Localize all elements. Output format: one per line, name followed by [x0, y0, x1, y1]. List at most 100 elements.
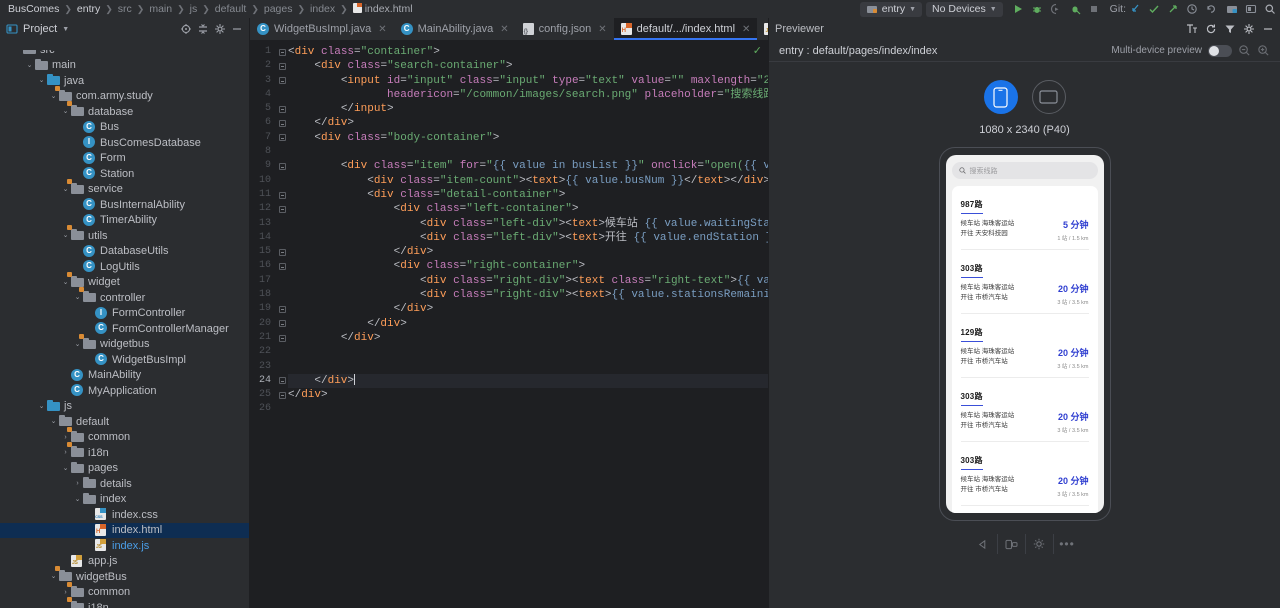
tree-row-service[interactable]: ⌄ service	[0, 178, 249, 198]
breadcrumb-item-index[interactable]: index	[306, 3, 339, 15]
brightness-button[interactable]	[1024, 534, 1053, 554]
hide-panel-icon[interactable]	[1262, 23, 1274, 35]
fold-marker[interactable]	[276, 331, 288, 345]
project-tree[interactable]: src ⌄ main ⌄ java ⌄ com.army.study ⌄ database C Bu…	[0, 40, 249, 608]
fold-marker[interactable]	[276, 74, 288, 88]
fold-button[interactable]	[996, 534, 1025, 554]
tree-row-index-html[interactable]: index.html	[0, 522, 249, 538]
tree-row-main[interactable]: ⌄ main	[0, 58, 249, 74]
tree-row-logutils[interactable]: C LogUtils	[0, 259, 249, 275]
tree-row-src[interactable]: src	[0, 50, 249, 58]
chevron-right-icon[interactable]: ›	[60, 434, 71, 441]
code-line[interactable]	[288, 145, 768, 159]
fold-gutter[interactable]	[276, 40, 288, 608]
code-line[interactable]: </div>	[288, 331, 768, 345]
code-line[interactable]: <div class="left-container">	[288, 202, 768, 216]
bus-list-item[interactable]: 303路 候车站 海珠客运站 开往 市桥汽车站 20 分钟 3 站 / 3.5 km	[960, 442, 1089, 506]
tree-row-widgetbus[interactable]: ⌄ widgetbus	[0, 333, 249, 353]
code-line[interactable]	[288, 360, 768, 374]
code-line[interactable]: <div class="right-div"><text>{{ value.st…	[288, 288, 768, 302]
fold-marker[interactable]	[276, 116, 288, 130]
chevron-down-icon[interactable]: ⌄	[72, 341, 83, 348]
device-tablet-button[interactable]	[1031, 80, 1066, 114]
tree-row-common[interactable]: › common	[0, 426, 249, 446]
app-search-bar[interactable]: 搜索线路	[951, 162, 1098, 179]
fold-marker[interactable]	[276, 88, 288, 102]
code-line[interactable]: <div class="item-count"><text>{{ value.b…	[288, 174, 768, 188]
device-phone-button[interactable]	[983, 80, 1018, 114]
editor-tab-widgetbusimpl-java[interactable]: C WidgetBusImpl.java ✕	[250, 18, 394, 40]
profile-icon[interactable]	[1069, 3, 1081, 15]
fold-marker[interactable]	[276, 145, 288, 159]
chevron-down-icon[interactable]: ⌄	[60, 232, 71, 239]
fold-marker[interactable]	[276, 188, 288, 202]
tree-row-formcontroller[interactable]: I FormController	[0, 306, 249, 322]
tree-row-pages[interactable]: ⌄ pages	[0, 461, 249, 477]
code-line[interactable]: <div class="detail-container">	[288, 188, 768, 202]
editor-tab-config-json[interactable]: config.json ✕	[516, 18, 614, 40]
fold-marker[interactable]	[276, 174, 288, 188]
tree-row-formcontrollermanager[interactable]: C FormControllerManager	[0, 321, 249, 337]
close-icon[interactable]: ✕	[742, 24, 750, 35]
breadcrumb-item-index-html[interactable]: index.html	[349, 3, 417, 15]
tree-row-controller[interactable]: ⌄ controller	[0, 287, 249, 306]
chevron-down-icon[interactable]: ⌄	[60, 186, 71, 193]
tree-row-timerability[interactable]: C TimerAbility	[0, 213, 249, 229]
tree-row-index-js[interactable]: index.js	[0, 538, 249, 554]
tree-row-i18n[interactable]: i18n	[0, 597, 249, 608]
tree-row-buscomesdatabase[interactable]: I BusComesDatabase	[0, 135, 249, 151]
settings-icon[interactable]	[1243, 23, 1255, 35]
code-line[interactable]	[288, 402, 768, 416]
search-everywhere-icon[interactable]	[1264, 3, 1276, 15]
code-line[interactable]: </div>	[288, 388, 768, 402]
chevron-right-icon[interactable]: ›	[60, 449, 71, 456]
tree-row-myapplication[interactable]: C MyApplication	[0, 383, 249, 399]
inspection-ok-icon[interactable]: ✓	[753, 44, 762, 57]
more-options-button[interactable]: •••	[1052, 534, 1081, 554]
fold-marker[interactable]	[276, 217, 288, 231]
breadcrumb-item-pages[interactable]: pages	[260, 3, 297, 15]
close-icon[interactable]: ✕	[378, 24, 386, 35]
chevron-down-icon[interactable]: ⌄	[48, 573, 59, 580]
tree-row-index-css[interactable]: index.css	[0, 507, 249, 523]
code-line[interactable]: <div class="item" for="{{ value in busLi…	[288, 159, 768, 173]
tree-row-form[interactable]: C Form	[0, 151, 249, 167]
code-line[interactable]: </div>	[288, 317, 768, 331]
bus-list-item[interactable]: 303路 候车站 海珠客运站 开往 市桥汽车站 20 分钟 3 站 / 3.5 km	[960, 250, 1089, 314]
chevron-down-icon[interactable]: ⌄	[48, 418, 59, 425]
settings-icon[interactable]	[214, 23, 226, 35]
tree-row-widget[interactable]: ⌄ widget	[0, 271, 249, 291]
code-line[interactable]: <div class="container">	[288, 45, 768, 59]
tree-row-widgetbus[interactable]: ⌄ widgetBus	[0, 566, 249, 585]
fold-marker[interactable]	[276, 245, 288, 259]
filter-icon[interactable]	[1224, 23, 1236, 35]
code-line[interactable]: <div class="body-container">	[288, 131, 768, 145]
tree-row-js[interactable]: ⌄ js	[0, 399, 249, 415]
tree-row-i18n[interactable]: › i18n	[0, 442, 249, 461]
git-history-icon[interactable]	[1186, 3, 1198, 15]
breadcrumb-item-buscomes[interactable]: BusComes	[4, 3, 63, 15]
editor-tab-index-js[interactable]: index.js✕	[757, 18, 768, 40]
code-line[interactable]: <input id="input" class="input" type="te…	[288, 74, 768, 88]
fold-marker[interactable]	[276, 159, 288, 173]
fold-marker[interactable]	[276, 259, 288, 273]
chevron-down-icon[interactable]: ⌄	[36, 403, 47, 410]
previewer-icon[interactable]	[1245, 3, 1257, 15]
fold-marker[interactable]	[276, 402, 288, 416]
chevron-down-icon[interactable]: ⌄	[48, 93, 59, 100]
code-line[interactable]: </div>	[288, 245, 768, 259]
fold-marker[interactable]	[276, 202, 288, 216]
fold-marker[interactable]	[276, 45, 288, 59]
device-manager-icon[interactable]	[1226, 3, 1238, 15]
refresh-icon[interactable]	[1205, 23, 1217, 35]
chevron-down-icon[interactable]: ⌄	[60, 279, 71, 286]
chevron-down-icon[interactable]: ⌄	[24, 62, 35, 69]
fold-marker[interactable]	[276, 59, 288, 73]
fold-marker[interactable]	[276, 317, 288, 331]
code-line[interactable]: </input>	[288, 102, 768, 116]
editor-tab-default-----index-html[interactable]: default/.../index.html ✕	[613, 18, 758, 40]
multi-device-toggle[interactable]	[1208, 44, 1232, 57]
chevron-down-icon[interactable]: ⌄	[36, 77, 47, 84]
run-icon[interactable]	[1012, 3, 1024, 15]
hide-panel-icon[interactable]	[231, 23, 243, 35]
